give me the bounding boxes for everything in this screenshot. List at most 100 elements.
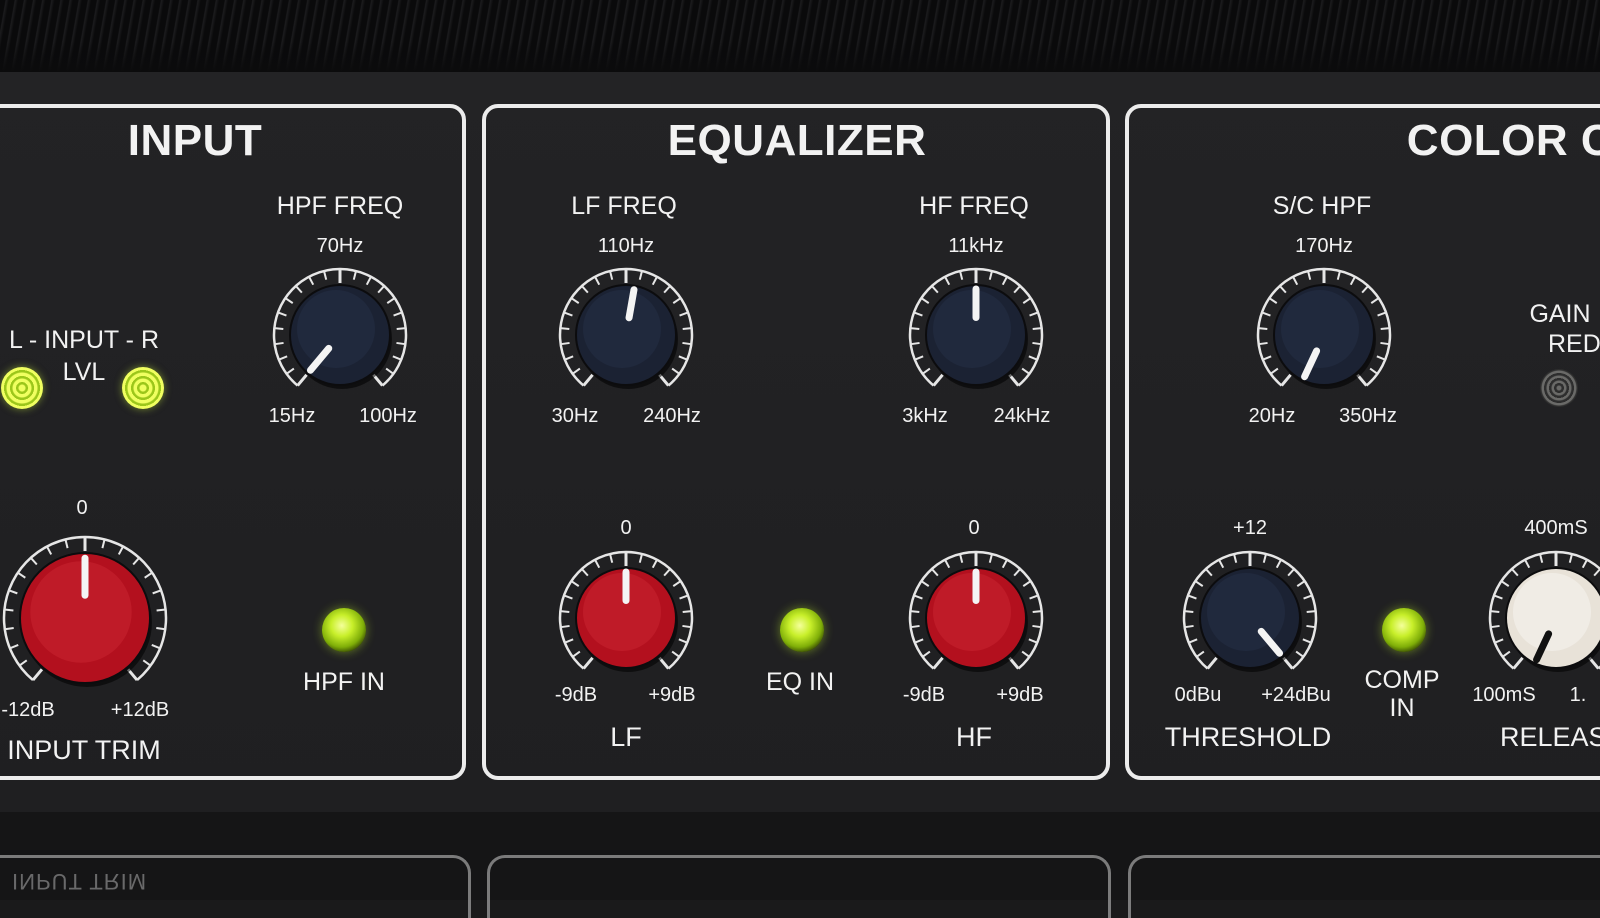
knob-tick	[563, 311, 573, 317]
knob-tick	[682, 327, 692, 331]
comp-in-label-2: IN	[1389, 694, 1415, 722]
knob-tick	[1032, 624, 1042, 629]
hf-freq-min: 3kHz	[902, 405, 948, 427]
knob-tick	[1493, 594, 1503, 600]
gain-reduction-label: GAIN	[1529, 300, 1591, 328]
knob-tick	[142, 659, 152, 667]
knob-tick	[1376, 355, 1386, 361]
knob-tick	[277, 311, 287, 317]
knob-tick	[572, 650, 581, 658]
knob-tick	[914, 638, 924, 644]
knob-tick	[672, 297, 682, 304]
lf-gain-max: +9dB	[648, 684, 696, 706]
knob-tick	[560, 624, 570, 629]
knob-tick	[1013, 285, 1021, 294]
threshold-top-value: +12	[1233, 517, 1267, 539]
knob-cap-highlight	[1281, 290, 1359, 368]
knob-tick	[564, 355, 574, 361]
knob-tick	[393, 311, 403, 317]
knob-tick	[988, 553, 993, 563]
knob-tick	[1303, 594, 1313, 600]
release-max: 1.	[1569, 684, 1587, 706]
knob-tick	[1512, 656, 1524, 670]
knob-tick	[1306, 610, 1316, 614]
input-meter-left-led	[1, 367, 43, 409]
knob-tick	[582, 373, 594, 387]
knob-tick	[1568, 553, 1573, 563]
knob-tick	[570, 580, 580, 587]
knob-tick	[671, 367, 680, 375]
lf-gain-knob[interactable]	[556, 548, 696, 688]
knob-tick	[638, 553, 643, 563]
knob-tick	[1001, 276, 1008, 286]
knob-tick	[1032, 327, 1042, 331]
input-trim-knob[interactable]	[0, 533, 170, 703]
knob-cap-highlight	[1513, 573, 1591, 651]
knob-tick	[560, 327, 570, 331]
release-knob[interactable]	[1486, 548, 1600, 688]
hf-gain-top-value: 0	[968, 517, 980, 539]
knob-tick	[64, 539, 69, 549]
hpf-freq-min: 15Hz	[268, 405, 316, 427]
knob-tick	[1205, 568, 1213, 577]
knob-tick	[396, 327, 406, 331]
knob-tick	[1029, 594, 1039, 600]
knob-tick	[563, 594, 573, 600]
knob-tick	[31, 668, 44, 682]
hf-freq-knob[interactable]	[906, 265, 1046, 405]
lf-gain-min: -9dB	[554, 684, 598, 706]
sc-hpf-knob[interactable]	[1254, 265, 1394, 405]
hpf-in-label: HPF IN	[303, 668, 385, 696]
knob-tick	[1361, 285, 1369, 294]
eq-in-led[interactable]	[780, 608, 824, 652]
threshold-knob[interactable]	[1180, 548, 1320, 688]
knob-tick	[1539, 553, 1544, 563]
knob-tick	[144, 571, 153, 579]
knob-tick	[396, 341, 406, 346]
knob-tick	[920, 580, 930, 587]
hpf-in-led[interactable]	[322, 608, 366, 652]
lf-freq-knob[interactable]	[556, 265, 696, 405]
knob-cap-highlight	[933, 290, 1011, 368]
knob-tick	[678, 355, 688, 361]
input-meter-right-led	[122, 367, 164, 409]
rack-top-grille	[0, 0, 1600, 72]
lf-freq-min: 30Hz	[551, 405, 599, 427]
knob-tick	[1196, 650, 1205, 658]
hf-gain-knob[interactable]	[906, 548, 1046, 688]
knob-tick	[1302, 638, 1312, 644]
knob-tick	[1511, 568, 1519, 577]
knob-tick	[1218, 559, 1225, 569]
knob-tick	[932, 373, 944, 387]
knob-tick	[365, 276, 372, 286]
knob-tick	[1270, 367, 1279, 375]
knob-tick	[1336, 270, 1341, 280]
knob-tick	[385, 367, 394, 375]
knob-tick	[4, 608, 14, 612]
input-meter-label: L - INPUT - R	[8, 326, 160, 354]
knob-tick	[284, 297, 294, 304]
knob-tick	[17, 571, 26, 579]
knob-tick	[931, 568, 939, 577]
comp-in-led[interactable]	[1382, 608, 1426, 652]
knob-tick	[1028, 638, 1038, 644]
knob-tick	[609, 553, 614, 563]
reflection-equalizer	[487, 855, 1111, 918]
threshold-max: +24dBu	[1261, 684, 1331, 706]
knob-tick	[4, 627, 14, 631]
knob-tick	[682, 341, 692, 346]
knob-tick	[296, 373, 308, 387]
knob-tick	[1184, 624, 1194, 629]
lf-gain-label: LF	[610, 722, 642, 752]
sc-hpf-top-value: 170Hz	[1295, 235, 1353, 257]
knob-tick	[560, 610, 570, 614]
release-top-value: 400mS	[1524, 517, 1588, 539]
knob-tick	[1369, 367, 1378, 375]
hpf-freq-knob[interactable]	[270, 265, 410, 405]
lf-freq-top-value: 110Hz	[597, 235, 655, 257]
knob-tick	[1380, 341, 1390, 346]
knob-tick	[638, 270, 643, 280]
knob-tick	[377, 285, 385, 294]
knob-tick	[308, 276, 315, 286]
threshold-min: 0dBu	[1174, 684, 1222, 706]
